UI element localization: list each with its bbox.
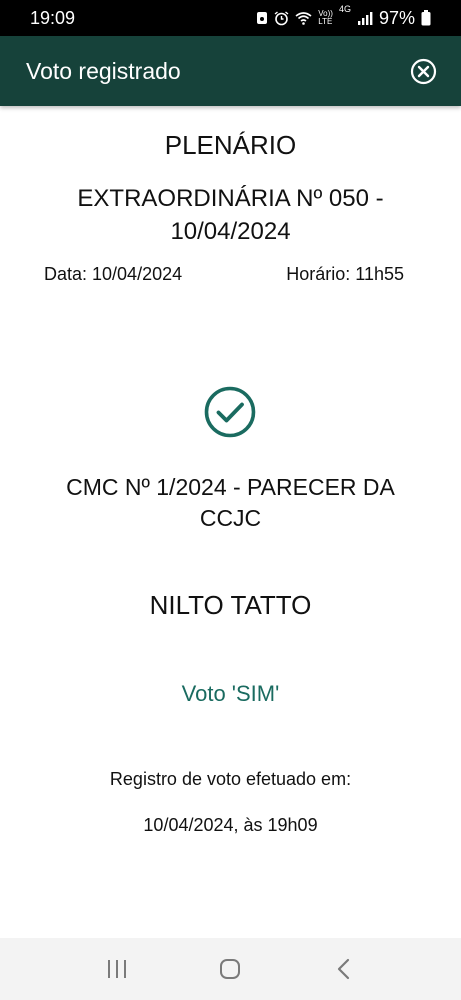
wifi-icon [295,11,312,25]
page-title: Voto registrado [26,57,181,84]
signal-icon [357,11,373,25]
home-button[interactable] [210,949,250,989]
status-bar: 19:09 Vo)) LTE 4G 97% [0,0,461,36]
close-button[interactable] [409,57,437,85]
alarm-icon [274,10,289,26]
system-nav-bar [0,938,461,1000]
media-icon [256,11,268,25]
app-bar: Voto registrado [0,36,461,106]
close-circle-icon [410,58,436,84]
session-date: Data: 10/04/2024 [44,264,183,284]
volte-icon: Vo)) LTE [318,10,333,26]
vote-receipt: PLENÁRIO EXTRAORDINÁRIA Nº 050 - 10/04/2… [0,106,461,938]
registered-timestamp: 10/04/2024, às 19h09 [143,815,318,835]
vote-value: Voto 'SIM' [181,681,280,706]
voter-name: NILTO TATTO [149,590,312,620]
battery-level: 97% [378,7,415,28]
battery-icon [421,10,431,26]
status-time: 19:09 [30,7,76,28]
home-icon [220,959,241,979]
check-circle-icon [204,386,256,438]
back-icon [338,958,350,980]
volte-line2: LTE [318,17,333,26]
status-icons: Vo)) LTE 4G 97% [256,4,431,29]
back-button[interactable] [324,949,364,989]
session-info-row: Data: 10/04/2024 Horário: 11h55 [44,264,404,285]
4g-icon: 4G [338,3,351,14]
session-name: EXTRAORDINÁRIA Nº 050 - 10/04/2024 [77,185,384,245]
session-body: PLENÁRIO [164,130,297,160]
matter-title: CMC Nº 1/2024 - PARECER DA CCJC [66,474,395,531]
session-time: Horário: 11h55 [286,264,404,284]
registered-label: Registro de voto efetuado em: [109,769,352,789]
recent-apps-icon [107,960,126,978]
recent-apps-button[interactable] [97,949,137,989]
